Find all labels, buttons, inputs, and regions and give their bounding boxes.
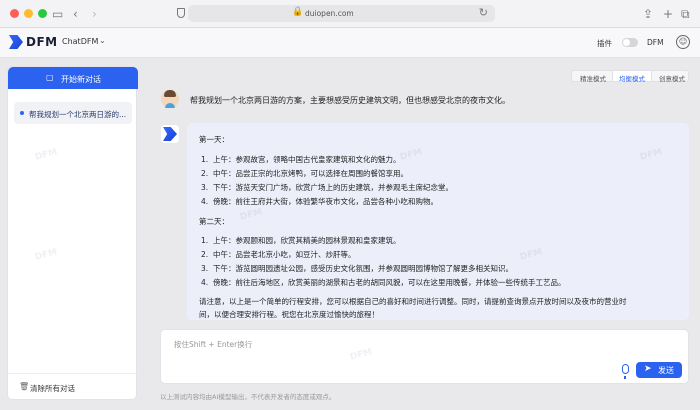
day1-title: 第一天： [199,135,229,144]
back-icon[interactable]: ‹ [73,6,78,22]
bot-avatar-icon [161,125,179,143]
model-selector[interactable]: ChatDFM [62,37,98,46]
share-icon[interactable]: ⇪ [643,6,653,22]
list-item: 2. 中午：品尝老北京小吃，如豆汁、炒肝等。 [201,250,356,259]
list-item: 1. 上午：参观故宫，领略中国古代皇家建筑和文化的魅力。 [201,155,401,164]
chat-history-label: 帮我规划一个北京两日游的... [29,110,127,119]
disclaimer-text: 以上测试内容均由AI模型输出，不代表开发者的态度或观点。 [160,393,336,401]
new-tab-icon[interactable]: + [663,6,673,22]
privacy-shield-icon[interactable] [177,8,185,18]
browser-toolbar: ▭ ‹ › 🔒 duiopen.com ↻ ⇪ + ⧉ [0,0,700,28]
plugin-toggle[interactable] [622,38,638,47]
lock-icon: 🔒 [292,7,304,17]
user-avatar [161,90,179,108]
list-item: 2. 中午：品尝正宗的北京烤鸭，可以选择在周围的餐馆享用。 [201,169,408,178]
url-text: duiopen.com [305,9,354,18]
logo-text: DFM [26,35,58,49]
tab-balanced-mode[interactable]: 均衡模式 [619,73,645,83]
reload-icon[interactable]: ↻ [479,6,488,19]
send-icon: ➤ [644,364,652,374]
send-button[interactable]: ➤ 发送 [636,362,682,378]
new-chat-button[interactable]: ▢ 开始新对话 [8,67,138,89]
close-window-button[interactable] [10,9,19,18]
list-item: 4. 傍晚：前往王府井大街，体验繁华夜市文化，品尝各种小吃和购物。 [201,197,438,206]
maximize-window-button[interactable] [38,9,47,18]
active-dot [20,111,24,115]
send-label: 发送 [658,366,674,375]
dfm-logo-icon [9,35,23,49]
input-placeholder: 按住Shift + Enter换行 [174,340,253,349]
list-item: 1. 上午：参观颐和园，欣赏其精美的园林景观和皇家建筑。 [201,236,401,245]
microphone-icon[interactable] [622,364,629,379]
list-item: 4. 傍晚：前往后海地区，欣赏美丽的湖景和古老的胡同风貌，可以在这里用晚餐，并体验… [201,278,566,287]
tab-overview-icon[interactable]: ⧉ [681,6,690,22]
plugin-label: 插件 [597,39,612,48]
user-message: 帮我规划一个北京两日游的方案，主要想感受历史建筑文明，但也想感受北京的夜市文化。 [190,96,510,105]
note-line-1: 请注意，以上是一个简单的行程安排，您可以根据自己的喜好和时间进行调整。同时，请提… [199,297,627,306]
list-item: 3. 下午：游览圆明园遗址公园，感受历史文化氛围，并参观圆明园博物馆了解更多相关知… [201,264,513,273]
minimize-window-button[interactable] [24,9,33,18]
day2-title: 第二天： [199,217,229,226]
mode-tabs: 精准模式 均衡模式 创意模式 [571,70,689,83]
trash-icon: 🗑 [19,382,30,391]
sidebar: ▢ 开始新对话 帮我规划一个北京两日游的... 🗑 清除所有对话 [7,66,138,400]
chat-history-item[interactable]: 帮我规划一个北京两日游的... [14,102,132,124]
user-profile-icon[interactable]: ☺ [676,35,690,49]
sidebar-toggle-icon[interactable]: ▭ [52,6,63,22]
tab-precise-mode[interactable]: 精准模式 [580,73,606,83]
list-item: 3. 下午：游览天安门广场，欣赏广场上的历史建筑，并参观毛主席纪念堂。 [201,183,453,192]
bot-message-card: 第一天： 1. 上午：参观故宫，领略中国古代皇家建筑和文化的魅力。 2. 中午：品尝… [187,123,689,320]
note-line-2: 间，以便合理安排行程。祝您在北京度过愉快的旅程！ [199,310,379,319]
message-input[interactable]: 按住Shift + Enter换行 ➤ 发送 [160,329,689,384]
chevron-down-icon[interactable]: ⌄ [99,36,106,45]
app-header: DFM ChatDFM ⌄ 插件 DFM ☺ [0,28,700,58]
clear-all-chats-button[interactable]: 🗑 清除所有对话 [8,373,138,400]
address-bar[interactable]: 🔒 duiopen.com ↻ [188,5,495,22]
dfm-label: DFM [647,38,664,47]
new-chat-label: 开始新对话 [61,75,101,84]
tab-creative-mode[interactable]: 创意模式 [659,73,685,83]
clear-all-label: 清除所有对话 [30,384,75,393]
chat-bubble-icon: ▢ [46,73,54,82]
forward-icon[interactable]: › [92,6,97,22]
